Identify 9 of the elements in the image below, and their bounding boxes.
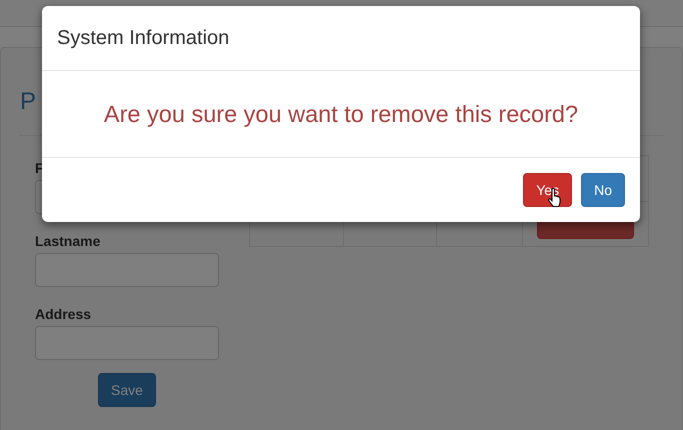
field-label: Address	[35, 306, 92, 324]
page-heading: P	[20, 88, 36, 116]
confirm-message: Are you sure you want to remove this record?	[104, 100, 578, 128]
no-button[interactable]: No	[581, 173, 625, 207]
input-field[interactable]	[35, 253, 219, 287]
input-field[interactable]	[35, 326, 219, 360]
dialog-title: System Information	[57, 26, 230, 50]
save-button[interactable]: Save	[98, 373, 156, 407]
field-label: Lastname	[35, 233, 102, 251]
